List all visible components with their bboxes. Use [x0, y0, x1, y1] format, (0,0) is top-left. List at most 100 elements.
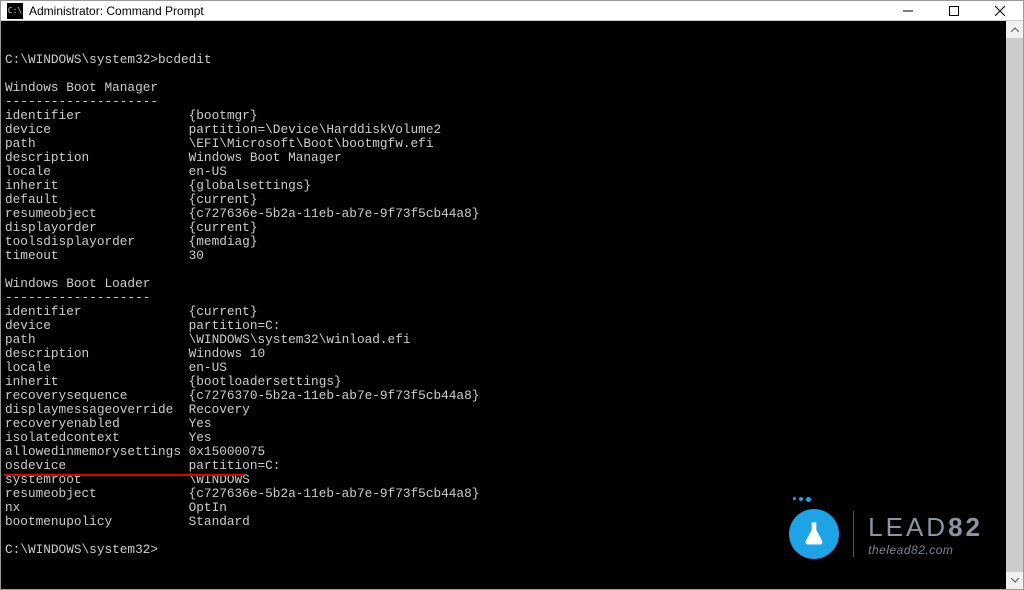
kv-value: \EFI\Microsoft\Boot\bootmgfw.efi — [189, 136, 434, 151]
kv-key: bootmenupolicy — [5, 515, 189, 529]
kv-value: partition=\Device\HarddiskVolume2 — [189, 122, 442, 137]
prompt-prefix: C:\WINDOWS\system32> — [5, 542, 158, 557]
kv-value: {c727636e-5b2a-11eb-ab7e-9f73f5cb44a8} — [189, 206, 480, 221]
blank-line — [5, 67, 1002, 81]
section-header: Windows Boot Loader — [5, 276, 150, 291]
kv-row: localeen-US — [5, 165, 1002, 179]
kv-row: recoveryenabledYes — [5, 417, 1002, 431]
prompt-line: C:\WINDOWS\system32>bcdedit — [5, 53, 1002, 67]
kv-value: {c727636e-5b2a-11eb-ab7e-9f73f5cb44a8} — [189, 486, 480, 501]
kv-value: {globalsettings} — [189, 178, 311, 193]
maximize-icon — [949, 6, 959, 16]
blank — [5, 528, 13, 543]
kv-row: isolatedcontextYes — [5, 431, 1002, 445]
kv-key: device — [5, 319, 189, 333]
section-header: Windows Boot Manager — [5, 80, 158, 95]
kv-row: toolsdisplayorder{memdiag} — [5, 235, 1002, 249]
kv-value: partition=C: — [189, 318, 281, 333]
kv-value: Standard — [189, 514, 250, 529]
kv-key: timeout — [5, 249, 189, 263]
kv-row: localeen-US — [5, 361, 1002, 375]
kv-key: osdevice — [5, 459, 189, 473]
close-icon — [995, 6, 1005, 16]
kv-key: locale — [5, 361, 189, 375]
section-header-line: Windows Boot Manager — [5, 81, 1002, 95]
kv-row: descriptionWindows 10 — [5, 347, 1002, 361]
maximize-button[interactable] — [931, 1, 977, 20]
kv-row: displayorder{current} — [5, 221, 1002, 235]
kv-key: inherit — [5, 179, 189, 193]
watermark-divider — [853, 511, 854, 557]
watermark-brand: LEAD82 — [868, 512, 983, 543]
kv-value: OptIn — [189, 500, 227, 515]
terminal-output[interactable]: C:\WINDOWS\system32>bcdedit Windows Boot… — [1, 21, 1006, 589]
kv-key: displayorder — [5, 221, 189, 235]
chevron-up-icon — [1011, 27, 1019, 32]
kv-key: displaymessageoverride — [5, 403, 189, 417]
section-header-line: Windows Boot Loader — [5, 277, 1002, 291]
kv-key: toolsdisplayorder — [5, 235, 189, 249]
kv-row: path\WINDOWS\system32\winload.efi — [5, 333, 1002, 347]
kv-row: recoverysequence{c7276370-5b2a-11eb-ab7e… — [5, 389, 1002, 403]
scroll-down-button[interactable] — [1006, 572, 1023, 589]
kv-key: description — [5, 151, 189, 165]
scroll-up-button[interactable] — [1006, 21, 1023, 38]
titlebar[interactable]: C:\ Administrator: Command Prompt — [1, 1, 1023, 21]
kv-value: {current} — [189, 220, 258, 235]
kv-row: timeout30 — [5, 249, 1002, 263]
content-area: C:\WINDOWS\system32>bcdedit Windows Boot… — [1, 21, 1023, 589]
kv-value: {bootloadersettings} — [189, 374, 342, 389]
section-rule-line: -------------------- — [5, 95, 1002, 109]
kv-row: resumeobject{c727636e-5b2a-11eb-ab7e-9f7… — [5, 487, 1002, 501]
kv-key: identifier — [5, 305, 189, 319]
blank — [5, 262, 13, 277]
kv-value: Windows 10 — [189, 346, 266, 361]
title-left: C:\ Administrator: Command Prompt — [7, 3, 204, 19]
kv-row: resumeobject{c727636e-5b2a-11eb-ab7e-9f7… — [5, 207, 1002, 221]
kv-value: {c7276370-5b2a-11eb-ab7e-9f73f5cb44a8} — [189, 388, 480, 403]
kv-key: locale — [5, 165, 189, 179]
kv-value: {memdiag} — [189, 234, 258, 249]
kv-row: path\EFI\Microsoft\Boot\bootmgfw.efi — [5, 137, 1002, 151]
kv-row: default{current} — [5, 193, 1002, 207]
section-rule: ------------------- — [5, 290, 150, 305]
kv-key: inherit — [5, 375, 189, 389]
kv-value: Yes — [189, 416, 212, 431]
kv-row: inherit{bootloadersettings} — [5, 375, 1002, 389]
kv-value: en-US — [189, 164, 227, 179]
scroll-thumb[interactable] — [1006, 38, 1023, 572]
kv-key: recoverysequence — [5, 389, 189, 403]
kv-value: Recovery — [189, 402, 250, 417]
kv-value: {current} — [189, 192, 258, 207]
kv-value: {current} — [189, 304, 258, 319]
kv-row: identifier{bootmgr} — [5, 109, 1002, 123]
kv-value: 30 — [189, 248, 204, 263]
kv-key: identifier — [5, 109, 189, 123]
section-rule-line: ------------------- — [5, 291, 1002, 305]
kv-row: displaymessageoverrideRecovery — [5, 403, 1002, 417]
scroll-track[interactable] — [1006, 38, 1023, 572]
kv-key: description — [5, 347, 189, 361]
kv-row: descriptionWindows Boot Manager — [5, 151, 1002, 165]
prompt-command: bcdedit — [158, 52, 212, 67]
window-title: Administrator: Command Prompt — [29, 4, 204, 18]
kv-row: inherit{globalsettings} — [5, 179, 1002, 193]
watermark-flask-icon — [789, 509, 839, 559]
kv-value: partition=C: — [189, 458, 281, 473]
watermark: LEAD82 thelead82.com — [789, 509, 983, 559]
kv-row: allowedinmemorysettings0x15000075 — [5, 445, 1002, 459]
vertical-scrollbar[interactable] — [1006, 21, 1023, 589]
kv-value: Yes — [189, 430, 212, 445]
prompt-prefix: C:\WINDOWS\system32> — [5, 52, 158, 67]
kv-key: path — [5, 137, 189, 151]
minimize-icon — [903, 6, 913, 16]
close-button[interactable] — [977, 1, 1023, 20]
kv-key: path — [5, 333, 189, 347]
minimize-button[interactable] — [885, 1, 931, 20]
kv-row: devicepartition=\Device\HarddiskVolume2 — [5, 123, 1002, 137]
kv-value: Windows Boot Manager — [189, 150, 342, 165]
kv-key: isolatedcontext — [5, 431, 189, 445]
kv-value: en-US — [189, 360, 227, 375]
kv-key: allowedinmemorysettings — [5, 445, 189, 459]
kv-key: device — [5, 123, 189, 137]
